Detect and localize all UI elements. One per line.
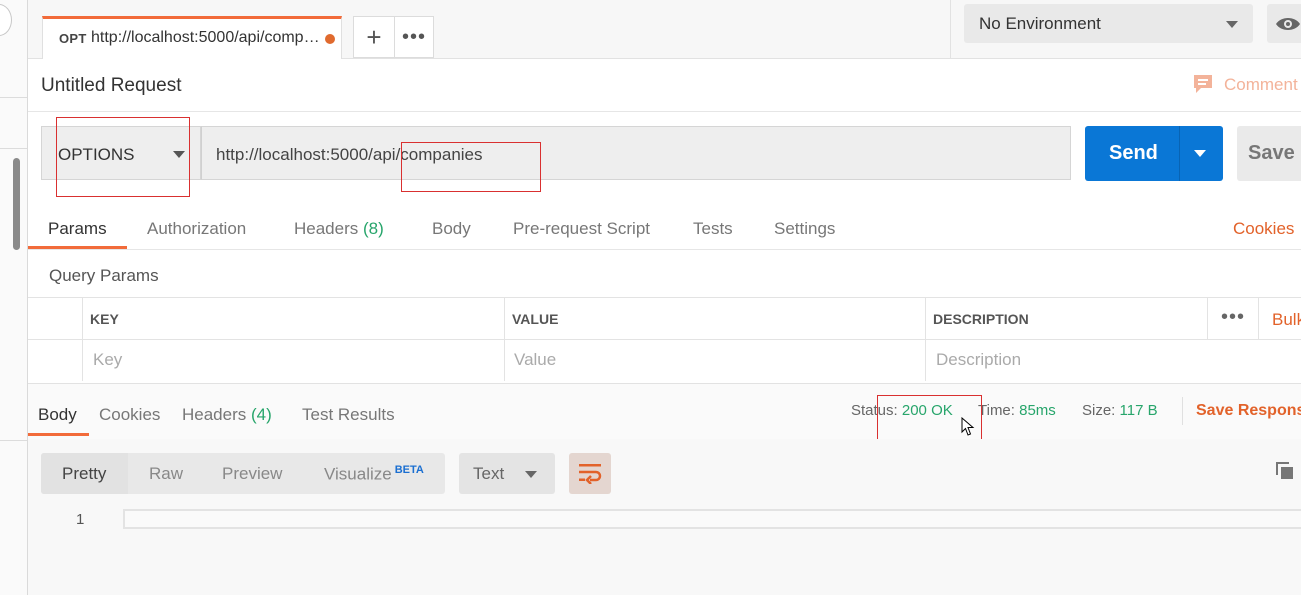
table-border [1258,297,1259,339]
wrap-lines-button[interactable] [569,453,611,494]
response-headers-count: (4) [251,405,272,424]
headers-count: (8) [363,219,384,238]
chevron-down-icon [1226,21,1238,28]
comment-icon [1194,75,1212,93]
response-tab-cookies[interactable]: Cookies [99,405,160,425]
environment-select[interactable]: No Environment [964,4,1253,43]
plus-icon: + [366,21,382,52]
tab-params[interactable]: Params [48,219,107,239]
content-type-select[interactable]: Text [459,453,555,494]
format-preview[interactable]: Preview [222,464,282,484]
active-tab-underline [28,433,89,436]
format-raw[interactable]: Raw [149,464,183,484]
send-label: Send [1109,142,1158,164]
cookies-link[interactable]: Cookies [1233,219,1294,239]
bulk-edit-link[interactable]: Bulk Edit [1272,310,1301,330]
tab-body[interactable]: Body [432,219,471,239]
copy-icon[interactable] [1276,462,1294,480]
comments-label: Comment [1224,75,1298,94]
tab-headers[interactable]: Headers (8) [294,219,384,239]
query-params-title: Query Params [49,266,159,285]
sidebar-divider [0,148,27,149]
chevron-down-icon[interactable] [1194,150,1206,157]
format-pretty[interactable]: Pretty [62,464,106,484]
editor-line[interactable] [123,509,1301,529]
new-tab-button[interactable]: + [353,16,395,58]
line-number: 1 [76,511,85,528]
meta-separator [1182,397,1183,425]
time-value: 85ms [1019,402,1056,419]
sidebar-scrollbar[interactable] [13,158,20,250]
sidebar-divider [0,440,27,441]
environment-label: No Environment [979,14,1101,33]
save-label: Save [1248,142,1295,164]
column-header-description: DESCRIPTION [933,311,1029,327]
tab-method: OPT [59,31,87,46]
tab-pre-request-script[interactable]: Pre-request Script [513,219,650,239]
annotation-box-url [401,142,541,192]
response-size: Size: 117 B [1082,402,1158,419]
response-tab-test-results[interactable]: Test Results [302,405,395,425]
tab-settings[interactable]: Settings [774,219,835,239]
mouse-cursor-icon [961,417,975,436]
beta-badge: BETA [394,464,424,476]
tab-tests[interactable]: Tests [693,219,733,239]
request-tab-active[interactable]: OPT http://localhost:5000/api/comp… [42,16,342,59]
table-border [28,297,1301,298]
send-split-divider [1179,126,1180,181]
format-visualize[interactable]: Visualize BETA [324,464,424,485]
environment-quick-look-button[interactable] [1267,4,1301,43]
tab-authorization[interactable]: Authorization [147,219,246,239]
more-dots-icon[interactable]: ••• [1221,306,1245,329]
url-input[interactable]: http://localhost:5000/api/companies [201,126,1071,180]
description-input[interactable]: Description [936,350,1021,370]
tabbar-separator [950,0,951,58]
send-button[interactable]: Send [1085,126,1223,181]
table-border [28,339,1301,340]
column-header-key: KEY [90,311,119,327]
sidebar-strip [0,0,28,595]
sidebar-circle-button[interactable] [0,4,12,36]
response-time: Time: 85ms [978,402,1056,419]
unsaved-dot-icon [325,34,335,44]
sidebar-divider [0,97,27,98]
response-tab-headers[interactable]: Headers (4) [182,405,272,425]
column-header-value: VALUE [512,311,559,327]
response-tab-body[interactable]: Body [38,405,77,425]
table-border [504,297,505,381]
tab-options-button[interactable]: ••• [394,16,434,58]
save-response-button[interactable]: Save Response [1196,402,1301,420]
content-type-label: Text [473,464,505,483]
key-input[interactable]: Key [93,350,122,370]
eye-icon [1276,18,1300,30]
request-title[interactable]: Untitled Request [41,75,181,97]
more-dots-icon: ••• [401,25,426,48]
annotation-box-method [56,117,190,197]
table-border [1207,297,1208,339]
title-divider [28,111,1301,112]
request-tabs-divider [28,249,1301,250]
value-input[interactable]: Value [514,350,556,370]
table-border [925,297,926,381]
tab-url: http://localhost:5000/api/comp… [91,29,320,46]
chevron-down-icon [525,471,537,478]
wrap-lines-icon [579,464,602,484]
size-value: 117 B [1119,402,1158,419]
save-button[interactable]: Save [1237,126,1301,181]
table-border [82,297,83,381]
